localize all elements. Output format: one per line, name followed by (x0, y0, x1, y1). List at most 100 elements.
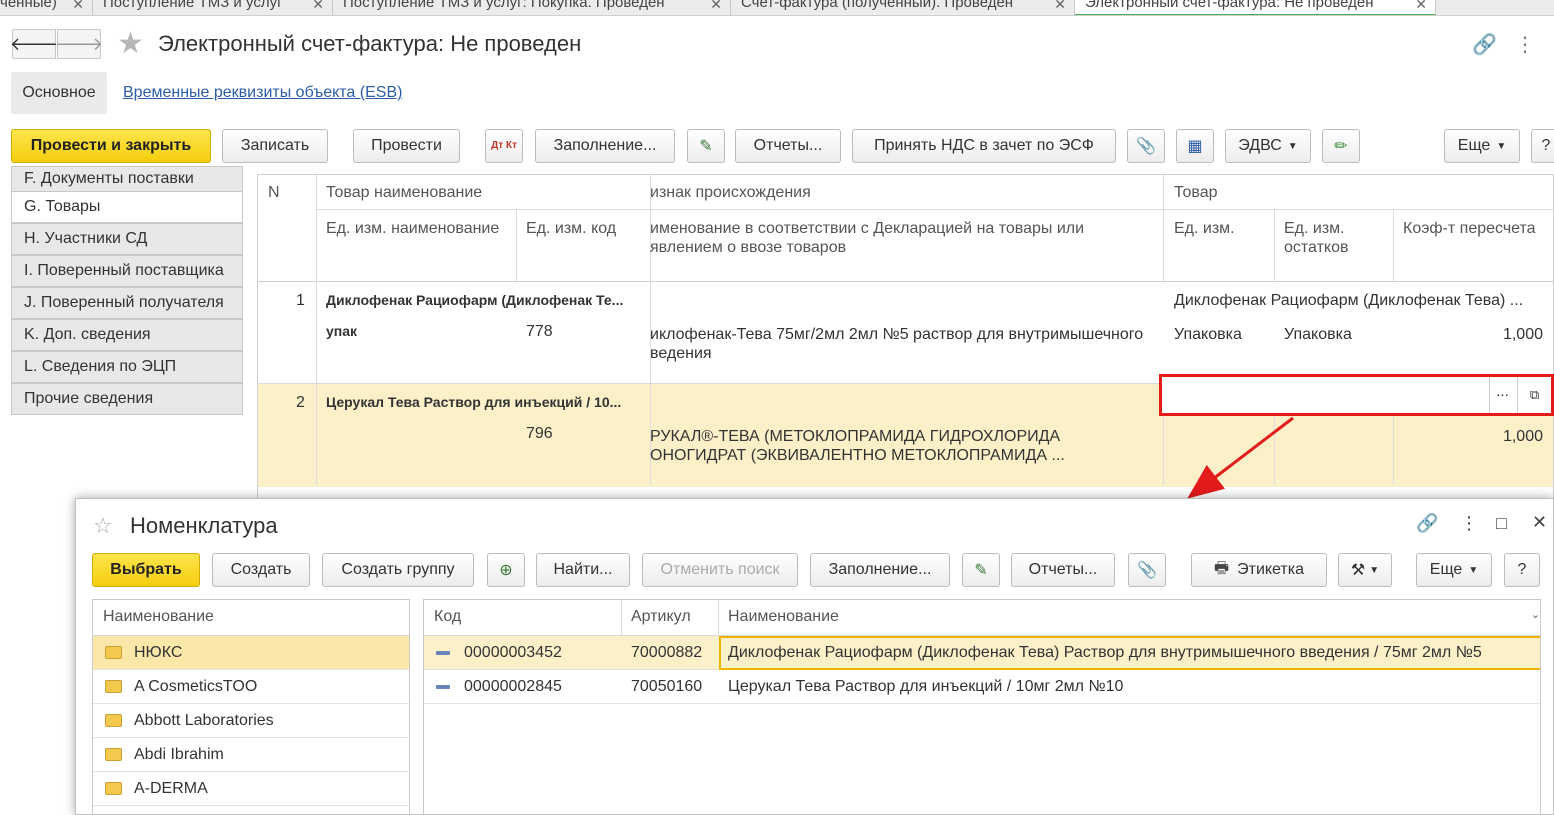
reports-button[interactable]: Отчеты... (735, 129, 841, 163)
row1-decl[interactable]: иклофенак-Тева 75мг/2мл 2мл №5 раствор д… (650, 325, 1143, 363)
select-button[interactable]: Выбрать (92, 553, 200, 587)
tree-item[interactable]: НЮКС (93, 636, 409, 670)
product-input-field[interactable]: ... ⧉ (1159, 374, 1554, 416)
row1-coef[interactable]: 1,000 (1488, 325, 1543, 344)
more-vertical-icon[interactable]: ⋮ (1460, 513, 1478, 534)
side-item-other[interactable]: Прочие сведения (11, 383, 243, 415)
create-button[interactable]: Создать (212, 553, 310, 587)
row1-name[interactable]: Диклофенак Рациофарм (Диклофенак Те... (326, 291, 646, 310)
tab-item[interactable]: ченные) ✕ (0, 0, 93, 15)
col-header-unit-code[interactable]: Ед. изм. код (526, 219, 616, 238)
tab-main[interactable]: Основное (11, 72, 107, 114)
close-icon[interactable]: ✕ (312, 0, 324, 13)
more-button[interactable]: Еще ▼ (1444, 129, 1520, 163)
tree-item[interactable]: Abdi Ibrahim (93, 738, 409, 772)
maximize-icon[interactable]: □ (1496, 513, 1507, 534)
side-item-i[interactable]: I. Поверенный поставщика (11, 255, 243, 287)
reports-button[interactable]: Отчеты... (1011, 553, 1115, 587)
side-item-j[interactable]: J. Поверенный получателя (11, 287, 243, 319)
pencil-icon[interactable]: ✏ (1322, 129, 1360, 163)
dtkt-icon[interactable]: Дт Кт (485, 129, 523, 163)
tools-icon[interactable]: ⚒ ▼ (1338, 553, 1392, 587)
col-header-coef[interactable]: Коэф-т пересчета (1403, 219, 1536, 238)
cell-code: 00000002845 (464, 678, 562, 695)
link-icon[interactable]: 🔗 (1416, 513, 1438, 534)
tab-item[interactable]: Поступление ТМЗ и услуг ✕ (93, 0, 333, 15)
col-header-unit[interactable]: Ед. изм. (1174, 219, 1235, 238)
accept-vat-button[interactable]: Принять НДС в зачет по ЭСФ (852, 129, 1116, 163)
structure-icon[interactable]: ▦ (1176, 129, 1214, 163)
row1-unit-name[interactable]: упак (326, 322, 357, 341)
tab-item-active[interactable]: Электронный счет-фактура: Не проведен ✕ (1075, 0, 1436, 15)
help-button[interactable]: ? (1504, 553, 1540, 587)
cancel-search-button[interactable]: Отменить поиск (642, 553, 798, 587)
select-dots-button[interactable]: ... (1489, 377, 1515, 413)
row2-name[interactable]: Церукал Тева Раствор для инъекций / 10..… (326, 393, 646, 412)
side-item-label: F. Документы поставки (24, 170, 194, 187)
col-header-product[interactable]: Товар (1174, 183, 1218, 202)
close-icon[interactable]: ✕ (1532, 512, 1547, 533)
col-header-decl-name[interactable]: именование в соответствии с Декларацией … (650, 219, 1084, 257)
cell-name: Церукал Тева Раствор для инъекций / 10мг… (728, 678, 1124, 695)
close-icon[interactable]: ✕ (1415, 0, 1427, 13)
row1-unit-code[interactable]: 778 (526, 322, 553, 341)
col-header-article[interactable]: Артикул (631, 608, 691, 626)
col-header-n[interactable]: N (268, 183, 280, 202)
side-item-h[interactable]: H. Участники СД (11, 223, 243, 255)
more-button[interactable]: Еще ▼ (1416, 553, 1492, 587)
tab-item[interactable]: Поступление ТМЗ и услуг: Покупка. Провед… (333, 0, 731, 15)
find-button[interactable]: Найти... (536, 553, 630, 587)
tab-esb-link[interactable]: Временные реквизиты объекта (ESB) (123, 84, 402, 102)
table-row[interactable]: 00000002845 70050160 Церукал Тева Раство… (424, 670, 1540, 704)
col-header-name[interactable]: Наименование (728, 608, 839, 626)
favorite-star-icon[interactable]: ☆ (93, 513, 113, 539)
attachment-icon[interactable]: 📎 (1127, 129, 1165, 163)
tree-item[interactable]: Abbott Laboratories (93, 704, 409, 738)
sort-chevron-icon[interactable]: ⌄ (1531, 608, 1540, 621)
edit-pen-icon[interactable]: ✎ (687, 129, 725, 163)
fill-button[interactable]: Заполнение... (810, 553, 950, 587)
fill-button[interactable]: Заполнение... (535, 129, 675, 163)
add-copy-icon[interactable]: ⊕ (487, 553, 525, 587)
label-button[interactable]: 🖶 Этикетка (1191, 553, 1327, 587)
row2-coef[interactable]: 1,000 (1488, 427, 1543, 446)
col-header-name[interactable]: Товар наименование (326, 183, 482, 202)
col-header-unit-rest[interactable]: Ед. изм. остатков (1284, 219, 1349, 257)
side-item-k[interactable]: K. Доп. сведения (11, 319, 243, 351)
row2-unit-code[interactable]: 796 (526, 424, 553, 443)
close-icon[interactable]: ✕ (1054, 0, 1066, 13)
chevron-down-icon: ▼ (1287, 140, 1298, 152)
row1-product[interactable]: Диклофенак Рациофарм (Диклофенак Тева) .… (1174, 291, 1544, 310)
edit-pen-icon[interactable]: ✎ (962, 553, 1000, 587)
post-button[interactable]: Провести (353, 129, 460, 163)
side-item-g[interactable]: G. Товары (11, 191, 243, 223)
edvs-button[interactable]: ЭДВС ▼ (1225, 129, 1311, 163)
post-and-close-button[interactable]: Провести и закрыть (11, 129, 211, 163)
tree-item-label: A-DERMA (134, 779, 208, 797)
col-header-unit-name[interactable]: Ед. изм. наименование (326, 219, 499, 238)
open-icon[interactable]: ⧉ (1517, 377, 1551, 413)
col-header-origin[interactable]: изнак происхождения (650, 183, 811, 202)
close-icon[interactable]: ✕ (710, 0, 722, 13)
table-row[interactable]: 00000003452 70000882 Диклофенак Рациофар… (424, 636, 1540, 670)
side-item-f[interactable]: F. Документы поставки (11, 166, 243, 192)
row2-decl[interactable]: РУКАЛ®-ТЕВА (МЕТОКЛОПРАМИДА ГИДРОХЛОРИДА… (650, 427, 1065, 465)
tree-item[interactable]: A CosmeticsTOO (93, 670, 409, 704)
back-button[interactable]: 🡐 (10, 29, 58, 59)
save-button[interactable]: Записать (222, 129, 328, 163)
favorite-star-icon[interactable]: ★ (117, 26, 144, 61)
more-vertical-icon[interactable]: ⋮ (1515, 32, 1535, 57)
close-icon[interactable]: ✕ (72, 0, 84, 13)
forward-button[interactable]: 🡒 (55, 29, 103, 59)
row1-unit-rest[interactable]: Упаковка (1284, 325, 1352, 344)
attachment-icon[interactable]: 📎 (1128, 553, 1166, 587)
col-header-code[interactable]: Код (434, 608, 461, 626)
tree-item[interactable]: A-DERMA (93, 772, 409, 806)
link-icon[interactable]: 🔗 (1472, 32, 1497, 57)
tab-item[interactable]: Счет-фактура (полученный). Проведен ✕ (731, 0, 1075, 15)
tree-header[interactable]: Наименование (93, 600, 409, 636)
help-button[interactable]: ? (1531, 129, 1554, 163)
row1-unit[interactable]: Упаковка (1174, 325, 1242, 344)
create-group-button[interactable]: Создать группу (322, 553, 474, 587)
side-item-l[interactable]: L. Сведения по ЭЦП (11, 351, 243, 383)
